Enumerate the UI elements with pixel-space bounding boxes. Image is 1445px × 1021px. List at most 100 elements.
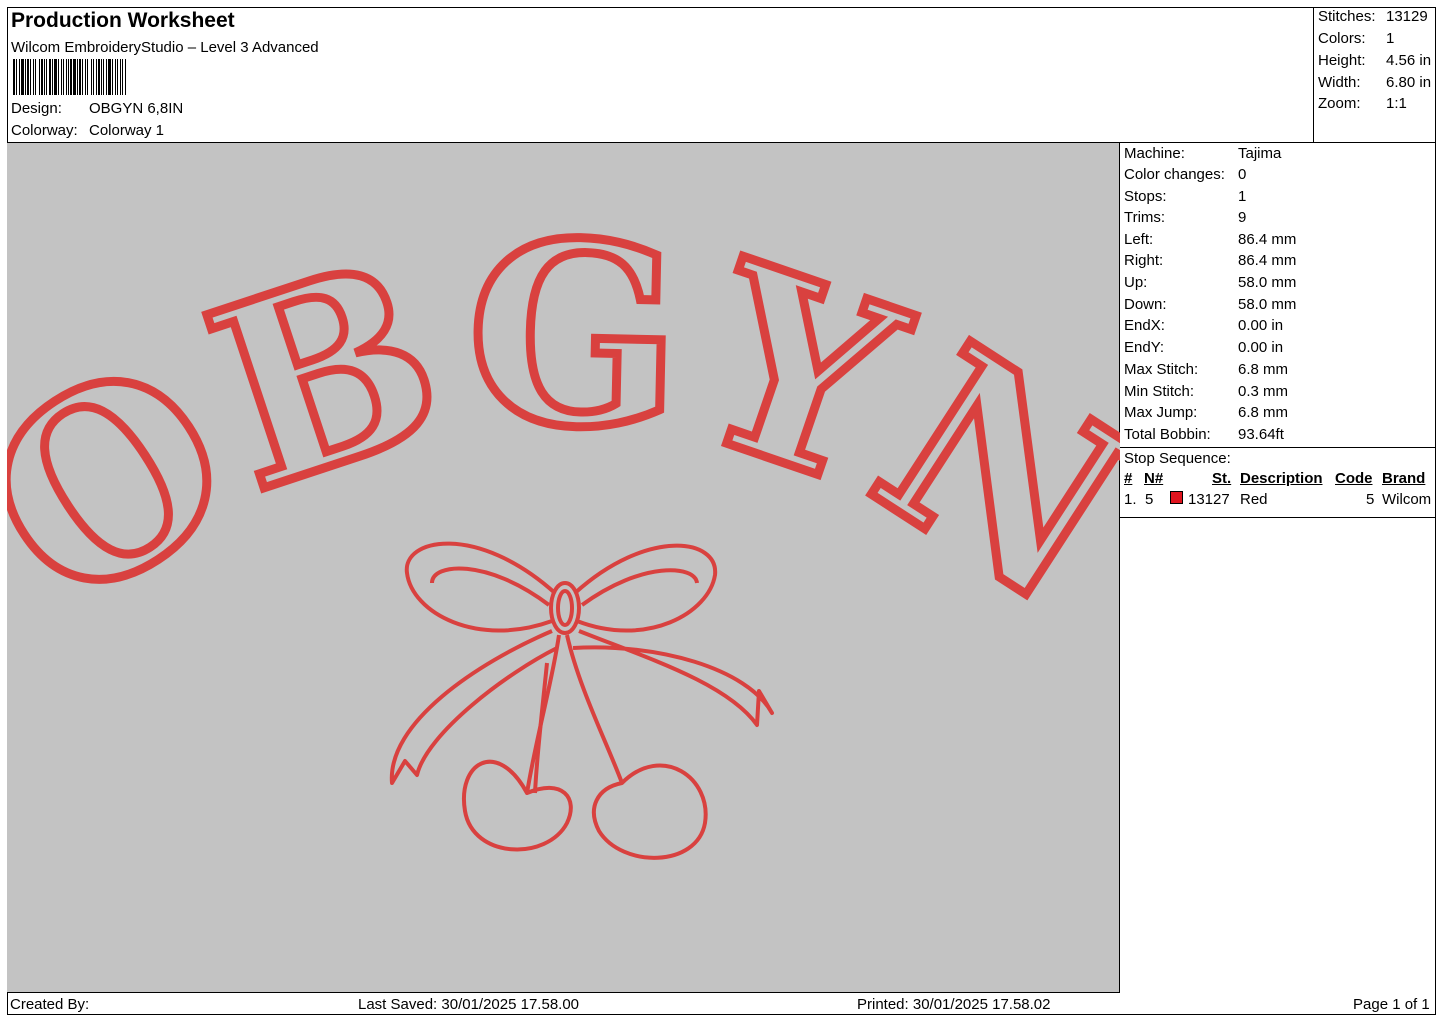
bow-and-cherries: [389, 541, 774, 860]
barcode-bar: [77, 59, 78, 95]
embroidery-design: OBGYN: [7, 181, 1120, 860]
info-row: Color changes: 0: [1124, 166, 1246, 183]
stop-row-code: 5: [1366, 491, 1375, 508]
info-label: Max Stitch:: [1124, 361, 1199, 378]
info-value: 0: [1238, 166, 1247, 183]
info-label: Stops:: [1124, 188, 1167, 205]
barcode-bar: [41, 59, 43, 95]
barcode-bar: [108, 59, 111, 95]
barcode-bar: [87, 59, 88, 95]
machine-info-panel: Machine: Tajima Color changes: 0 Stops: 1 T…: [1120, 143, 1436, 448]
info-value: 58.0 mm: [1238, 296, 1297, 313]
barcode-bar: [61, 59, 62, 95]
colorway-label: Colorway:: [11, 122, 78, 139]
barcode-bar: [21, 59, 24, 95]
thread-color-swatch: [1170, 491, 1183, 504]
barcode-bar: [91, 59, 92, 95]
barcode-bar: [70, 59, 72, 95]
summary-row: Zoom: 1:1: [1318, 95, 1407, 112]
design-row: Design: OBGYN 6,8IN: [11, 100, 183, 117]
barcode-bar: [98, 59, 100, 95]
barcode-bar: [120, 59, 121, 95]
stop-row-brand: Wilcom: [1382, 491, 1432, 508]
summary-value: 1:1: [1386, 95, 1407, 112]
barcode-bar: [66, 59, 67, 95]
barcode-bar: [39, 59, 40, 95]
barcode-bar: [82, 59, 83, 95]
barcode-bar: [27, 59, 29, 95]
summary-label: Zoom:: [1318, 95, 1361, 112]
info-row: Max Jump: 6.8 mm: [1124, 404, 1288, 421]
info-value: 86.4 mm: [1238, 231, 1297, 248]
stop-row-num: 1.: [1124, 491, 1137, 508]
barcode-bar: [49, 59, 51, 95]
barcode-bar: [25, 59, 26, 95]
barcode-bar: [115, 59, 116, 95]
info-label: Up:: [1124, 274, 1148, 291]
barcode-bar: [93, 59, 94, 95]
barcode-bar: [54, 59, 57, 95]
colorway-value: Colorway 1: [89, 122, 165, 139]
summary-label: Width:: [1318, 74, 1361, 91]
info-row: Down: 58.0 mm: [1124, 296, 1296, 313]
summary-row: Colors: 1: [1318, 30, 1394, 47]
info-value: 1: [1238, 188, 1247, 205]
barcode-bar: [33, 59, 34, 95]
col-header-brand: Brand: [1382, 470, 1426, 487]
barcode-bar: [85, 59, 86, 95]
info-row: Machine: Tajima: [1124, 145, 1281, 162]
info-row: Total Bobbin: 93.64ft: [1124, 426, 1284, 443]
page-title: Production Worksheet: [11, 9, 235, 32]
col-header-n: N#: [1144, 470, 1164, 487]
summary-value: 13129: [1386, 8, 1428, 25]
worksheet-header: Production Worksheet Wilcom EmbroiderySt…: [7, 7, 1314, 143]
barcode-bar: [44, 59, 45, 95]
summary-row: Stitches: 13129: [1318, 8, 1428, 25]
info-value: 0.00 in: [1238, 339, 1284, 356]
barcode-bar: [112, 59, 113, 95]
last-saved: Last Saved: 30/01/2025 17.58.00: [358, 996, 580, 1013]
info-label: Down:: [1124, 296, 1167, 313]
barcode-bar: [16, 59, 17, 95]
summary-panel: Stitches: 13129 Colors: 1 Height: 4.56 in W…: [1314, 7, 1436, 143]
info-row: Left: 86.4 mm: [1124, 231, 1296, 248]
info-label: Color changes:: [1124, 166, 1225, 183]
barcode-bar: [73, 59, 76, 95]
stop-sequence-title: Stop Sequence:: [1124, 450, 1231, 467]
created-by: Created By:: [10, 996, 90, 1013]
worksheet-footer: Created By: Last Saved: 30/01/2025 17.58…: [7, 993, 1436, 1015]
barcode-bar: [125, 59, 126, 95]
barcode-image: [13, 59, 126, 95]
stop-sequence-panel: Stop Sequence: # N# St. Description Code…: [1120, 448, 1436, 518]
info-label: Max Jump:: [1124, 404, 1198, 421]
info-label: Right:: [1124, 252, 1164, 269]
stop-row-n: 5: [1145, 491, 1154, 508]
page-number: Page 1 of 1: [1353, 996, 1430, 1013]
info-row: Stops: 1: [1124, 188, 1246, 205]
stop-row-description: Red: [1240, 491, 1268, 508]
info-row: EndX: 0.00 in: [1124, 317, 1283, 334]
info-label: Left:: [1124, 231, 1154, 248]
summary-row: Width: 6.80 in: [1318, 74, 1431, 91]
summary-label: Stitches:: [1318, 8, 1376, 25]
info-row: Right: 86.4 mm: [1124, 252, 1296, 269]
info-value: 6.8 mm: [1238, 404, 1289, 421]
summary-label: Colors:: [1318, 30, 1366, 47]
info-row: Max Stitch: 6.8 mm: [1124, 361, 1288, 378]
info-value: 93.64ft: [1238, 426, 1284, 443]
info-value: Tajima: [1238, 145, 1282, 162]
info-value: 9: [1238, 209, 1247, 226]
summary-row: Height: 4.56 in: [1318, 52, 1431, 69]
info-value: 6.8 mm: [1238, 361, 1289, 378]
barcode-bar: [30, 59, 31, 95]
info-row: Min Stitch: 0.3 mm: [1124, 383, 1288, 400]
barcode-bar: [122, 59, 123, 95]
info-value: 58.0 mm: [1238, 274, 1297, 291]
info-row: EndY: 0.00 in: [1124, 339, 1283, 356]
col-header-code: Code: [1335, 470, 1373, 487]
info-label: EndY:: [1124, 339, 1165, 356]
summary-label: Height:: [1318, 52, 1366, 69]
design-preview: OBGYN: [7, 143, 1120, 993]
info-label: Trims:: [1124, 209, 1166, 226]
barcode-bar: [79, 59, 81, 95]
